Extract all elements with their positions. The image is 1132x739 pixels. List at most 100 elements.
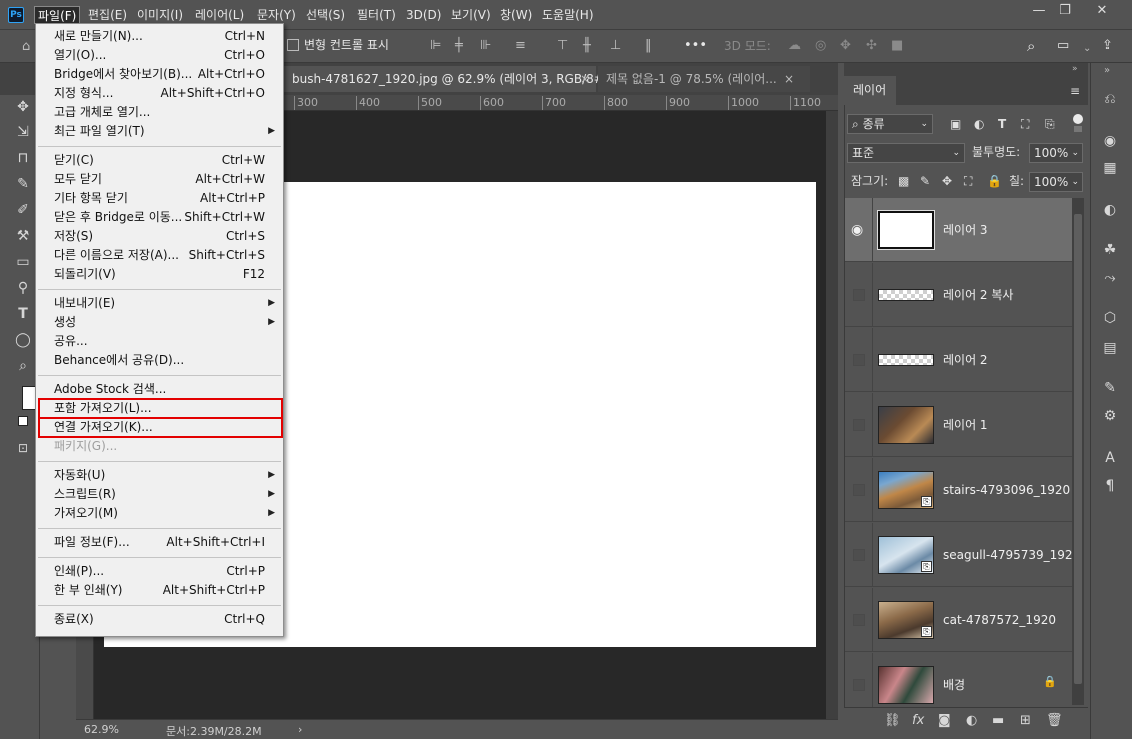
share-icon[interactable]: ⇪ (1102, 38, 1113, 54)
visibility-toggle[interactable] (853, 289, 865, 301)
visibility-toggle[interactable] (853, 614, 865, 626)
layer-row[interactable]: ◉ 레이어 3 (845, 198, 1072, 262)
filter-kind-dropdown[interactable]: ⌕ 종류 ⌄ (847, 114, 933, 134)
file-menu-item[interactable]: 최근 파일 열기(T) ▶ (36, 122, 283, 141)
file-menu-item[interactable]: 저장(S) Ctrl+S (36, 227, 283, 246)
adjustments-icon[interactable]: ◐ (1100, 200, 1120, 220)
channels-icon[interactable]: ☘ (1100, 240, 1120, 260)
gradient-tool-icon[interactable]: ▭ (13, 252, 33, 272)
workspace-icon[interactable]: ▭ (1057, 38, 1069, 54)
file-menu-item[interactable]: 파일 정보(F)... Alt+Shift+Ctrl+I (36, 533, 283, 552)
layer-visibility-cell[interactable] (845, 393, 873, 457)
tab-layers[interactable]: 레이어 (844, 76, 896, 105)
default-colors-icon[interactable] (18, 416, 28, 426)
align-left-icon[interactable]: ⊫ (430, 38, 441, 54)
layer-visibility-cell[interactable] (845, 523, 873, 587)
file-menu-item[interactable]: 포함 가져오기(L)... (36, 398, 283, 419)
lock-transparent-icon[interactable]: ▩ (898, 171, 909, 191)
brush-tool-icon[interactable]: ✐ (13, 200, 33, 220)
properties-icon[interactable]: ▤ (1100, 338, 1120, 358)
layer-visibility-cell[interactable] (845, 328, 873, 392)
clone-stamp-tool-icon[interactable]: ⚒ (13, 226, 33, 246)
3d-roll-icon[interactable]: ◎ (815, 38, 826, 54)
quick-mask-icon[interactable]: ⊡ (13, 438, 33, 458)
filter-adjustment-icon[interactable]: ◐ (974, 114, 984, 134)
menu-item[interactable]: 도움말(H) (539, 6, 597, 24)
status-arrow-icon[interactable]: › (298, 723, 302, 736)
panel-menu-icon[interactable]: ≡ (1070, 84, 1080, 98)
align-vcenter-icon[interactable]: ╫ (583, 38, 591, 54)
distribute-icon[interactable]: ≡ (515, 38, 526, 54)
file-menu-item[interactable]: 가져오기(M) ▶ (36, 504, 283, 523)
lock-position-icon[interactable]: ✥ (942, 171, 952, 191)
file-menu-item[interactable]: 기타 항목 닫기 Alt+Ctrl+P (36, 189, 283, 208)
file-menu-item[interactable]: 생성 ▶ (36, 313, 283, 332)
filter-toggle-icon[interactable] (1073, 114, 1083, 132)
eyedropper-tool-icon[interactable]: ✎ (13, 174, 33, 194)
paths-icon[interactable]: ⤳ (1100, 268, 1120, 288)
3d-pan-icon[interactable]: ✥ (840, 38, 851, 54)
maximize-icon[interactable]: ❐ (1047, 1, 1083, 21)
color-palette-icon[interactable]: ◉ (1100, 131, 1120, 151)
layer-row[interactable]: 레이어 2 복사 (845, 263, 1072, 327)
file-menu-item[interactable]: 지정 형식... Alt+Shift+Ctrl+O (36, 84, 283, 103)
file-menu-item[interactable]: 닫은 후 Bridge로 이동... Shift+Ctrl+W (36, 208, 283, 227)
file-menu-item[interactable]: 닫기(C) Ctrl+W (36, 151, 283, 170)
new-layer-icon[interactable]: ⊞ (1020, 713, 1031, 728)
brush-settings-icon[interactable]: ✎ (1100, 378, 1120, 398)
paragraph-icon[interactable]: ¶ (1100, 476, 1120, 496)
workspace-dropdown-icon[interactable]: ⌄ (1083, 41, 1091, 57)
3d-slide-icon[interactable]: ✣ (866, 38, 877, 54)
menu-item[interactable]: 보기(V) (448, 6, 494, 24)
tab-untitled-document[interactable]: 제목 없음-1 @ 78.5% (레이어... × (598, 66, 810, 92)
crop-tool-icon[interactable]: ⊓ (13, 148, 33, 168)
foreground-color-swatch[interactable] (22, 386, 36, 410)
canvas-scrollbar[interactable] (826, 111, 838, 719)
file-menu-item[interactable]: 종료(X) Ctrl+Q (36, 610, 283, 629)
layer-row[interactable]: ⎘ stairs-4793096_1920 (845, 458, 1072, 522)
search-icon[interactable]: ⌕ (1027, 38, 1035, 54)
align-bottom-icon[interactable]: ⊥ (610, 38, 621, 54)
lock-all-icon[interactable]: 🔒 (987, 171, 1002, 191)
file-menu-item[interactable]: 내보내기(E) ▶ (36, 294, 283, 313)
delete-layer-icon[interactable]: 🗑 (1046, 713, 1063, 728)
visibility-toggle[interactable] (853, 679, 865, 691)
layer-visibility-cell[interactable]: ◉ (845, 198, 873, 262)
menu-item[interactable]: 3D(D) (403, 6, 444, 24)
visibility-toggle[interactable] (853, 484, 865, 496)
layer-row[interactable]: ⎘ cat-4787572_1920 (845, 588, 1072, 652)
filter-type-icon[interactable]: T (998, 114, 1006, 134)
layer-visibility-cell[interactable] (845, 458, 873, 522)
file-menu-item[interactable]: 새로 만들기(N)... Ctrl+N (36, 27, 283, 46)
file-menu-item[interactable]: 열기(O)... Ctrl+O (36, 46, 283, 65)
align-hcenter-icon[interactable]: ╪ (455, 38, 463, 54)
tool-presets-icon[interactable]: ⚙ (1100, 406, 1120, 426)
transform-controls-checkbox[interactable] (287, 39, 299, 51)
add-mask-icon[interactable]: ◙ (938, 713, 951, 728)
file-menu-item[interactable]: 다른 이름으로 저장(A)... Shift+Ctrl+S (36, 246, 283, 265)
filter-shape-icon[interactable]: ⛶ (1021, 114, 1029, 134)
artboard-tool-icon[interactable]: ⇲ (13, 122, 33, 142)
swatches-grid-icon[interactable]: ▦ (1100, 158, 1120, 178)
collapse-dock-icon[interactable]: » (1104, 65, 1110, 76)
tab-bush-document[interactable]: bush-4781627_1920.jpg @ 62.9% (레이어 3, RG… (284, 66, 618, 92)
more-options-icon[interactable]: ••• (684, 38, 707, 54)
link-layers-icon[interactable]: ⛓ (884, 713, 901, 728)
3d-orbit-icon[interactable]: ☁ (788, 38, 801, 54)
lock-pixels-icon[interactable]: ✎ (920, 171, 930, 191)
align-right-icon[interactable]: ⊪ (480, 38, 491, 54)
file-menu-item[interactable]: 스크립트(R) ▶ (36, 485, 283, 504)
type-tool-icon[interactable]: T (13, 304, 33, 324)
file-menu-item[interactable]: Bridge에서 찾아보기(B)... Alt+Ctrl+O (36, 65, 283, 84)
ellipse-tool-icon[interactable]: ◯ (13, 330, 33, 350)
layer-row[interactable]: 레이어 2 (845, 328, 1072, 392)
file-menu-item[interactable]: Behance에서 공유(D)... (36, 351, 283, 370)
file-menu-item[interactable]: 모두 닫기 Alt+Ctrl+W (36, 170, 283, 189)
align-top-icon[interactable]: ⊤ (557, 38, 568, 54)
layer-visibility-cell[interactable] (845, 263, 873, 327)
close-icon[interactable]: ✕ (1084, 1, 1120, 21)
layer-row[interactable]: ⎘ seagull-4795739_1920 (845, 523, 1080, 587)
fill-input[interactable]: 100% ⌄ (1029, 172, 1083, 192)
tab-close-icon[interactable]: × (784, 66, 794, 92)
blend-mode-dropdown[interactable]: 표준 ⌄ (847, 143, 965, 163)
